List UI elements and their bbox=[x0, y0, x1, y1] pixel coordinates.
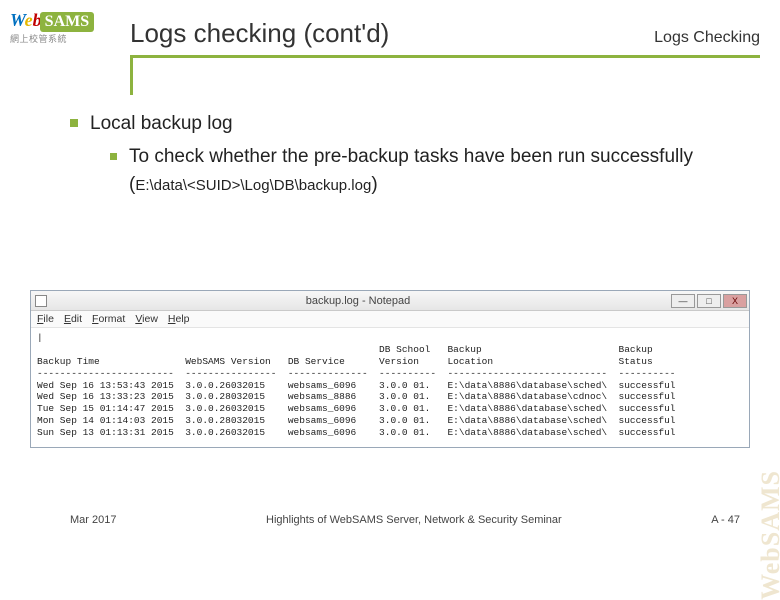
title-divider bbox=[130, 55, 133, 95]
menu-format[interactable]: Format bbox=[92, 313, 125, 325]
l2-suffix: ) bbox=[371, 174, 377, 195]
bullet-square-icon bbox=[110, 153, 117, 160]
notepad-text-area[interactable]: | DB School Backup Backup Backup Time We… bbox=[31, 328, 749, 447]
close-button[interactable]: X bbox=[723, 294, 747, 308]
slide-footer: Mar 2017 Highlights of WebSAMS Server, N… bbox=[0, 514, 780, 526]
bullet-l1-text: Local backup log bbox=[90, 110, 233, 139]
watermark: WebSAMS bbox=[756, 470, 780, 600]
notepad-window: backup.log - Notepad — □ X File Edit For… bbox=[30, 290, 750, 448]
bullet-l2-text: To check whether the pre-backup tasks ha… bbox=[129, 143, 750, 200]
footer-title: Highlights of WebSAMS Server, Network & … bbox=[266, 514, 562, 526]
logo-sams-badge: SAMS bbox=[40, 12, 94, 32]
footer-page: A - 47 bbox=[711, 514, 740, 526]
logo-subtitle: 網上校管系統 bbox=[10, 32, 115, 45]
page-title: Logs checking (cont'd) bbox=[130, 18, 389, 49]
notepad-app-icon bbox=[35, 295, 47, 307]
notepad-titlebar[interactable]: backup.log - Notepad — □ X bbox=[31, 291, 749, 311]
log-path: E:\data\<SUID>\Log\DB\backup.log bbox=[135, 177, 371, 194]
notepad-menubar: File Edit Format View Help bbox=[31, 311, 749, 328]
menu-help[interactable]: Help bbox=[168, 313, 190, 325]
minimize-button[interactable]: — bbox=[671, 294, 695, 308]
footer-date: Mar 2017 bbox=[70, 514, 116, 526]
bullet-level1: Local backup log bbox=[70, 110, 750, 139]
content-area: Local backup log To check whether the pr… bbox=[70, 110, 750, 200]
menu-view[interactable]: View bbox=[135, 313, 158, 325]
menu-edit[interactable]: Edit bbox=[64, 313, 82, 325]
notepad-title: backup.log - Notepad bbox=[47, 295, 669, 307]
breadcrumb: Logs Checking bbox=[654, 29, 760, 47]
websams-logo: WebSAMS 網上校管系統 bbox=[10, 10, 115, 55]
slide-title-bar: Logs checking (cont'd) Logs Checking bbox=[130, 18, 760, 58]
maximize-button[interactable]: □ bbox=[697, 294, 721, 308]
bullet-level2: To check whether the pre-backup tasks ha… bbox=[110, 143, 750, 200]
bullet-square-icon bbox=[70, 119, 78, 127]
menu-file[interactable]: File bbox=[37, 313, 54, 325]
